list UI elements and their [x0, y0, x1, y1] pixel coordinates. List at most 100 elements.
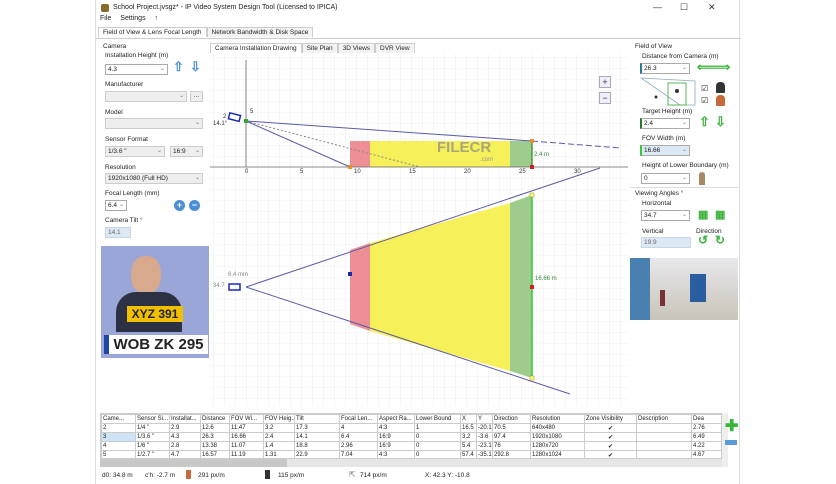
remove-camera-icon[interactable]: [725, 440, 737, 445]
table-cell[interactable]: [636, 450, 692, 458]
col-zone-visibility[interactable]: Zone Visibility: [584, 414, 637, 424]
table-cell[interactable]: 3.2: [460, 432, 477, 442]
tab-site-plan[interactable]: Site Plan: [301, 43, 338, 53]
table-cell[interactable]: 12.6: [200, 423, 230, 433]
rotate-right-icon[interactable]: ↻: [715, 233, 725, 247]
table-cell[interactable]: 97.4: [492, 432, 531, 442]
raise-height-icon[interactable]: ⇧: [173, 59, 184, 75]
table-cell[interactable]: 22.9: [294, 450, 340, 458]
table-cell[interactable]: 3: [101, 432, 136, 442]
table-cell[interactable]: 1.4: [263, 441, 295, 451]
table-cell[interactable]: 13.38: [200, 441, 230, 451]
menu-up[interactable]: ↑: [155, 15, 159, 26]
scrollbar-thumb[interactable]: [100, 459, 287, 467]
tab-field-of-view[interactable]: Field of View & Lens Focal Length: [98, 27, 207, 37]
horizontal-angle-input[interactable]: 34.7 ⌄: [641, 210, 690, 221]
table-cell[interactable]: 16:9: [377, 441, 415, 451]
table-row[interactable]: 2 1/4 " 2.9 12.6 11.47 3.2 17.3 4 4:3 1 16.5 -20.1 7…: [101, 423, 721, 433]
table-cell[interactable]: 292.8: [492, 450, 531, 458]
focal-length-input[interactable]: 6.4 ⌄: [105, 200, 127, 211]
table-cell[interactable]: 0: [414, 432, 461, 442]
table-cell[interactable]: 17.3: [294, 423, 340, 433]
lower-boundary-input[interactable]: 0 ⌄: [641, 173, 690, 184]
table-cell[interactable]: 1/6 ": [135, 441, 170, 451]
manufacturer-browse-button[interactable]: ...: [190, 91, 203, 102]
table-cell[interactable]: 4.7: [169, 450, 201, 458]
zoom-in-lens-icon[interactable]: +: [174, 200, 185, 211]
lower-target-icon[interactable]: ⇩: [715, 114, 726, 130]
table-cell[interactable]: 640x480: [530, 423, 585, 433]
col-tilt[interactable]: Tilt: [294, 414, 340, 424]
table-cell[interactable]: -3.6: [476, 432, 493, 442]
table-row[interactable]: 4 1/6 " 2.8 13.38 11.07 1.4 18.8 2.96 16:9 0 5.4 -2…: [101, 441, 721, 451]
menu-file[interactable]: File: [100, 15, 111, 26]
table-cell[interactable]: 6.49: [691, 432, 721, 442]
table-cell[interactable]: 5.4: [460, 441, 477, 451]
table-cell[interactable]: 4:3: [377, 450, 415, 458]
menu-settings[interactable]: Settings: [120, 15, 145, 26]
aspect-ratio-select[interactable]: 16:9 ⌄: [170, 146, 203, 157]
table-cell[interactable]: 16.66: [229, 432, 264, 442]
table-cell[interactable]: ✔: [584, 450, 637, 458]
lower-height-icon[interactable]: ⇩: [190, 59, 201, 75]
table-cell[interactable]: -23.1: [476, 441, 493, 451]
tab-installation-drawing[interactable]: Camera Installation Drawing: [210, 43, 302, 53]
raise-target-icon[interactable]: ⇧: [699, 114, 710, 130]
manufacturer-select[interactable]: ⌄: [105, 91, 187, 102]
close-button[interactable]: ✕: [708, 2, 716, 13]
col-sensor[interactable]: Sensor Si...: [135, 414, 170, 424]
table-cell[interactable]: 1.31: [263, 450, 295, 458]
col-dea[interactable]: Dea: [691, 414, 721, 424]
col-fov-width[interactable]: FOV Wi...: [229, 414, 264, 424]
table-cell[interactable]: ✔: [584, 441, 637, 451]
table-cell[interactable]: 1: [414, 423, 461, 433]
installation-height-input[interactable]: 4.3 ⌄: [105, 64, 168, 75]
tab-3d-views[interactable]: 3D Views: [337, 43, 376, 53]
table-cell[interactable]: [636, 441, 692, 451]
table-cell[interactable]: 4: [339, 423, 378, 433]
table-cell[interactable]: 5: [101, 450, 136, 458]
table-cell[interactable]: 1/2.7 ": [135, 450, 170, 458]
table-cell[interactable]: ✔: [584, 423, 637, 433]
col-lower-bound[interactable]: Lower Bound: [414, 414, 461, 424]
table-cell[interactable]: -35.1: [476, 450, 493, 458]
col-direction[interactable]: Direction: [492, 414, 531, 424]
col-y[interactable]: Y: [476, 414, 493, 424]
col-focal[interactable]: Focal Len...: [339, 414, 378, 424]
table-cell[interactable]: 4: [101, 441, 136, 451]
move-farther-icon[interactable]: ⟹: [713, 60, 730, 74]
sensor-format-select[interactable]: 1/3.6 " ⌄: [105, 146, 165, 157]
table-cell[interactable]: 1280x1024: [530, 450, 585, 458]
rotate-left-icon[interactable]: ↺: [698, 233, 708, 247]
table-cell[interactable]: 2.76: [691, 423, 721, 433]
table-cell[interactable]: 11.19: [229, 450, 264, 458]
col-x[interactable]: X: [460, 414, 477, 424]
horizontal-scrollbar[interactable]: [100, 459, 722, 467]
add-camera-icon[interactable]: ✚: [725, 416, 738, 436]
table-cell[interactable]: -20.1: [476, 423, 493, 433]
col-installation[interactable]: Installat...: [169, 414, 201, 424]
distance-input[interactable]: 26.3 ⌄: [640, 63, 690, 74]
table-cell[interactable]: 16.5: [460, 423, 477, 433]
table-cell[interactable]: 2.96: [339, 441, 378, 451]
table-cell[interactable]: 1/3.6 ": [135, 432, 170, 442]
table-cell[interactable]: 70.5: [492, 423, 531, 433]
table-cell[interactable]: 0: [414, 450, 461, 458]
col-description[interactable]: Description: [636, 414, 692, 424]
table-cell[interactable]: 6.4: [339, 432, 378, 442]
male-target-checkbox[interactable]: ☑: [701, 84, 708, 93]
maximize-button[interactable]: ☐: [680, 2, 688, 13]
table-cell[interactable]: 1280x720: [530, 441, 585, 451]
zoom-in-button[interactable]: +: [599, 76, 611, 88]
table-row[interactable]: 3 1/3.6 " 4.3 26.3 16.66 2.4 14.1 6.4 16:9 0 3.2 -3…: [101, 432, 721, 442]
col-distance[interactable]: Distance: [200, 414, 230, 424]
table-cell[interactable]: 4.67: [691, 450, 721, 458]
table-cell[interactable]: 4.22: [691, 441, 721, 451]
tab-network-bandwidth[interactable]: Network Bandwidth & Disk Space: [206, 27, 314, 37]
table-cell[interactable]: 2.4: [263, 432, 295, 442]
grid-shrink-icon[interactable]: ▦: [698, 208, 708, 221]
col-aspect[interactable]: Aspect Ra...: [377, 414, 415, 424]
table-cell[interactable]: 2.9: [169, 423, 201, 433]
table-row[interactable]: 5 1/2.7 " 4.7 16.57 11.19 1.31 22.9 7.04 4:3 0 57.…: [101, 450, 721, 458]
resolution-select[interactable]: 1920x1080 (Full HD) ⌄: [105, 173, 203, 184]
